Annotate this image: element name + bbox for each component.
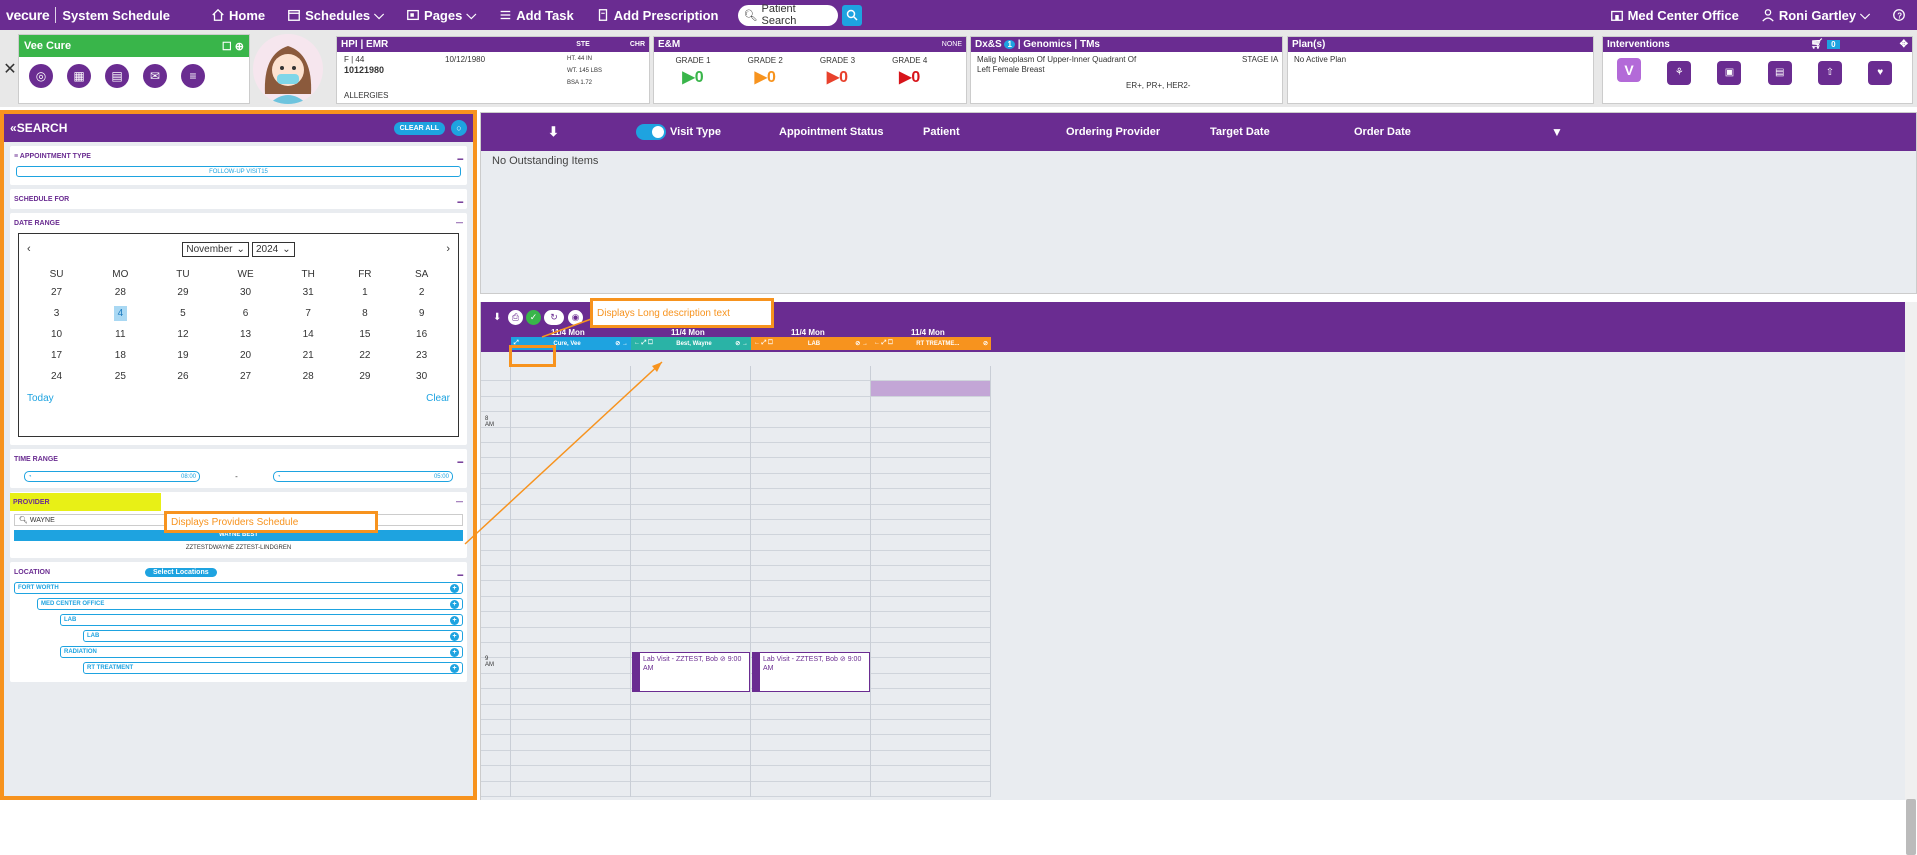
annotation-arrow: [464, 361, 663, 545]
annotation-arrow: [541, 317, 595, 338]
callout-long-description: Displays Long description text: [590, 298, 774, 328]
callout-providers-schedule: Displays Providers Schedule: [164, 511, 378, 533]
highlight-box: [509, 345, 556, 367]
annotation-arrows: [464, 317, 663, 545]
scrollbar-thumb[interactable]: [1906, 799, 1916, 855]
